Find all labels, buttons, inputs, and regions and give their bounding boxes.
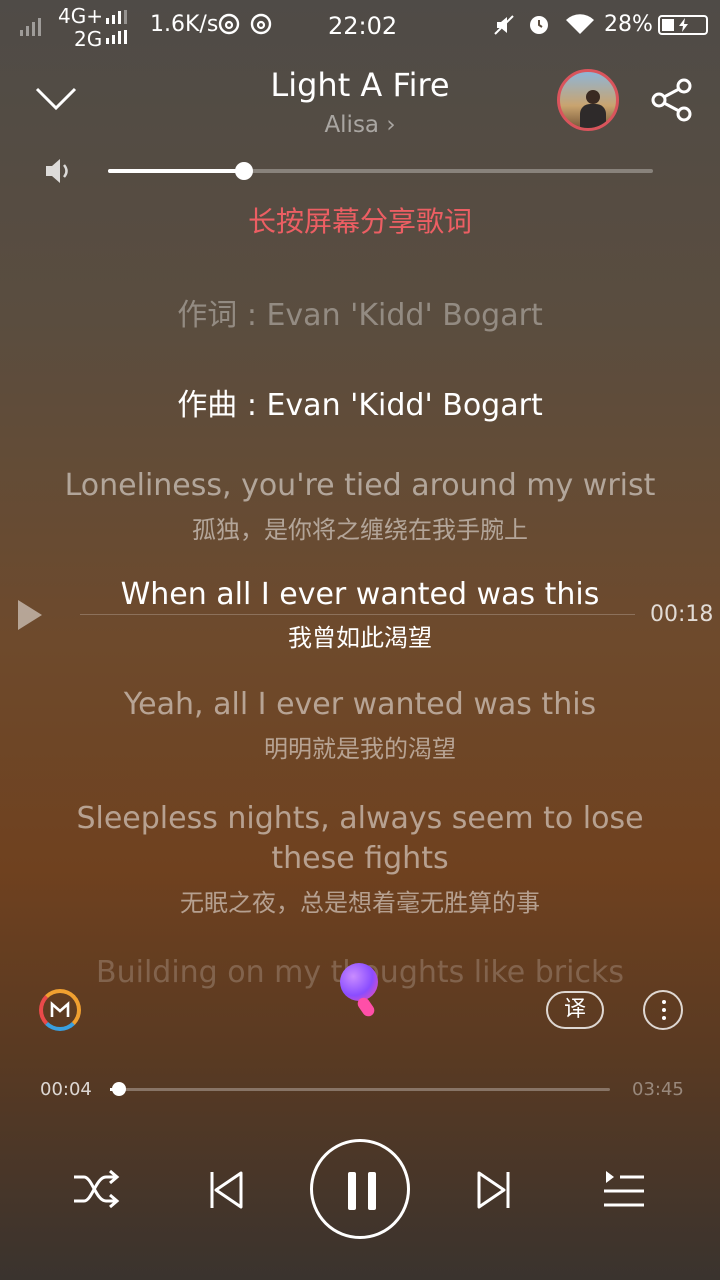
network-type-2: 2G (74, 27, 103, 51)
share-icon[interactable] (650, 78, 694, 122)
signal-icon (20, 18, 41, 36)
total-time: 03:45 (632, 1079, 684, 1100)
lyric-line-en: Loneliness, you're tied around my wrist (64, 468, 656, 503)
lyric-line-zh: 明明就是我的渴望 (264, 735, 456, 763)
chevron-right-icon: › (386, 112, 396, 138)
lyric-seek-line (80, 614, 635, 615)
elapsed-time: 00:04 (40, 1079, 92, 1100)
lyric-line-en: Yeah, all I ever wanted was this (123, 687, 597, 722)
netease-icon (218, 13, 240, 35)
lyric-seek-time: 00:18 (650, 602, 714, 627)
translate-label: 译 (563, 997, 586, 1022)
pause-button[interactable] (310, 1139, 410, 1239)
battery-percent: 28% (604, 12, 653, 37)
volume-slider[interactable] (108, 162, 653, 180)
share-lyrics-hint: 长按屏幕分享歌词 (247, 205, 472, 238)
playlist-icon[interactable] (602, 1168, 646, 1210)
lyric-line-zh: 无眠之夜，总是想着毫无胜算的事 (180, 889, 540, 917)
lyricist-line: 作词 : Evan 'Kidd' Bogart (177, 298, 543, 333)
translate-button[interactable]: 译 (546, 991, 604, 1029)
volume-knob[interactable] (235, 162, 254, 180)
shuffle-icon[interactable] (72, 1168, 120, 1210)
karaoke-mic-icon[interactable] (338, 963, 382, 1019)
music-logo-icon[interactable] (39, 989, 81, 1031)
clock: 22:02 (328, 12, 398, 40)
progress-slider[interactable] (110, 1082, 610, 1096)
lyric-line-en-current: When all I ever wanted was this (120, 577, 600, 612)
player-header: Light A Fire Alisa › (0, 50, 720, 150)
signal-icon-2 (106, 10, 127, 24)
progress-knob[interactable] (112, 1082, 126, 1096)
wifi-icon (566, 14, 594, 34)
mute-icon (494, 15, 514, 35)
battery-icon (658, 15, 708, 35)
more-options-icon[interactable] (643, 990, 683, 1030)
pause-icon (346, 1172, 380, 1210)
lyric-line-zh-current: 我曾如此渴望 (288, 624, 432, 652)
previous-track-icon[interactable] (208, 1170, 244, 1210)
volume-icon (46, 159, 68, 183)
avatar[interactable] (557, 69, 619, 131)
next-track-icon[interactable] (476, 1170, 512, 1210)
lyric-line-en: Sleepless nights, always seem to lose (76, 801, 644, 836)
lyric-line-zh: 孤独，是你将之缠绕在我手腕上 (192, 516, 528, 544)
netease-icon (250, 13, 272, 35)
network-type-1: 4G+ (58, 4, 103, 28)
signal-icon-3 (106, 30, 127, 44)
artist-name: Alisa (324, 112, 380, 138)
lyric-line-en-wrap: these fights (271, 841, 449, 876)
status-bar: 4G+ 2G 1.6K/s 22:02 28% (0, 0, 720, 51)
network-speed: 1.6K/s (150, 12, 219, 37)
alarm-icon (530, 16, 548, 34)
composer-line: 作曲 : Evan 'Kidd' Bogart (177, 388, 543, 423)
